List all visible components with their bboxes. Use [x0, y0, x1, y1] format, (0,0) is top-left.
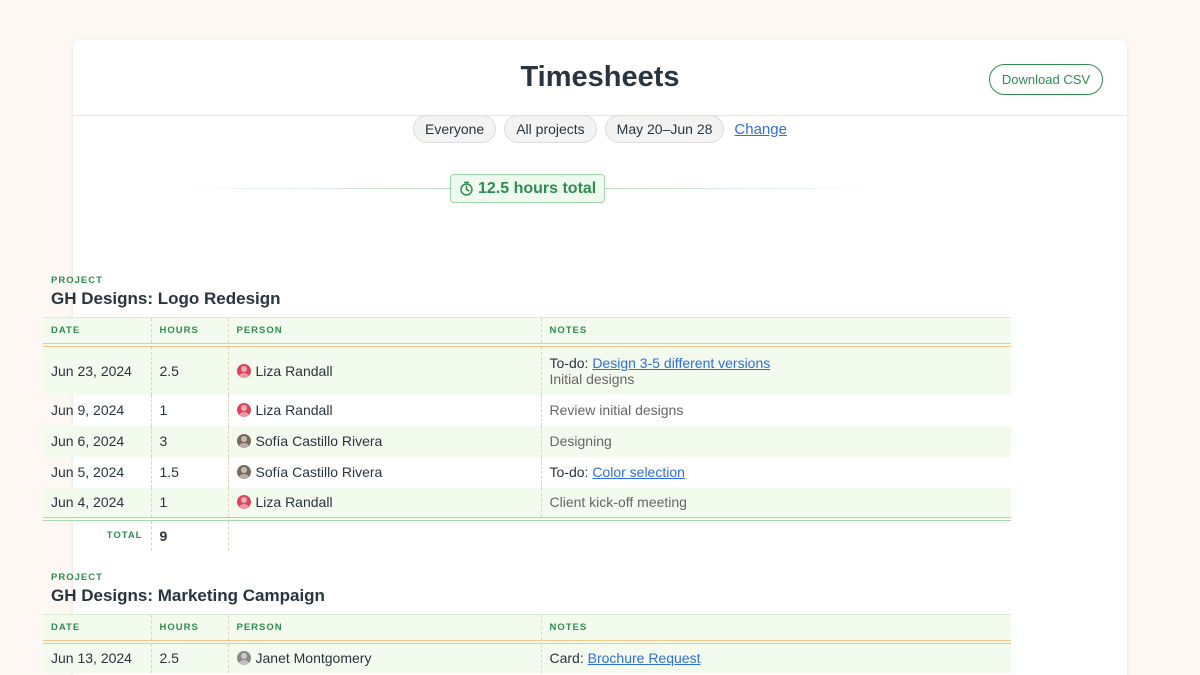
filter-bar: Everyone All projects May 20–Jun 28 Chan… — [0, 115, 1200, 143]
project-section: PROJECT GH Designs: Marketing Campaign D… — [43, 572, 1011, 673]
table-row[interactable]: Jun 13, 2024 2.5 Janet Montgomery Card: … — [43, 641, 1011, 673]
column-header-date[interactable]: DATE — [43, 317, 151, 347]
date-cell: Jun 9, 2024 — [51, 402, 125, 418]
project-title: GH Designs: Marketing Campaign — [51, 586, 325, 605]
people-filter-pill[interactable]: Everyone — [413, 115, 497, 143]
project-section: PROJECT GH Designs: Logo Redesign DATE H… — [43, 275, 1011, 551]
todo-link[interactable]: Design 3-5 different versions — [592, 355, 770, 371]
project-kicker: PROJECT — [51, 572, 103, 583]
projects-filter-pill[interactable]: All projects — [504, 115, 597, 143]
project-kicker: PROJECT — [51, 275, 103, 286]
notes-cell: Card: Brochure Request — [540, 641, 1011, 673]
note-text: Initial designs — [549, 370, 635, 387]
table-row[interactable]: Jun 6, 2024 3 Sofía Castillo Rivera Desi… — [43, 425, 1011, 457]
notes-cell: Review initial designs — [540, 394, 1011, 426]
table-row[interactable]: Jun 4, 2024 1 Liza Randall Client kick-o… — [43, 487, 1011, 519]
table-row[interactable]: Jun 5, 2024 1.5 Sofía Castillo Rivera To… — [43, 456, 1011, 488]
avatar — [236, 495, 251, 509]
total-label: TOTAL — [43, 516, 151, 551]
column-header-notes[interactable]: NOTES — [540, 317, 1011, 347]
hours-cell: 2.5 — [150, 641, 228, 673]
stopwatch-icon — [460, 181, 473, 196]
total-value: 9 — [150, 516, 228, 551]
card-link[interactable]: Brochure Request — [588, 650, 701, 666]
column-header-person[interactable]: PERSON — [227, 614, 541, 644]
person-name: Janet Montgomery — [255, 650, 372, 666]
column-header-date[interactable]: DATE — [43, 614, 151, 644]
date-cell: Jun 6, 2024 — [43, 425, 151, 457]
column-header-notes[interactable]: NOTES — [540, 614, 1011, 644]
notes-cell: To-do: Design 3-5 different versions Ini… — [540, 344, 1011, 395]
empty-cell — [541, 516, 1011, 551]
note-prefix: Card: — [549, 650, 584, 666]
notes-cell: Designing — [540, 425, 1011, 457]
avatar — [236, 363, 251, 378]
project-title: GH Designs: Logo Redesign — [51, 289, 281, 308]
card-header: Timesheets Download CSV — [73, 40, 1127, 116]
note-prefix: To-do: — [549, 464, 589, 480]
note-prefix: To-do: — [549, 354, 589, 371]
notes-cell: Client kick-off meeting — [540, 487, 1011, 519]
change-filters-link[interactable]: Change — [734, 121, 787, 138]
total-hours-text: 12.5 hours total — [478, 179, 597, 197]
column-header-person[interactable]: PERSON — [227, 317, 541, 347]
person-name: Liza Randall — [255, 494, 333, 510]
avatar — [236, 651, 251, 665]
empty-cell — [227, 516, 541, 551]
hours-cell: 1 — [150, 394, 228, 426]
person-name: Liza Randall — [255, 362, 333, 379]
person-name: Liza Randall — [255, 402, 333, 418]
date-cell: Jun 23, 2024 — [43, 344, 151, 395]
total-hours-badge: 12.5 hours total — [450, 174, 606, 203]
person-name: Sofía Castillo Rivera — [255, 433, 383, 449]
table-row[interactable]: Jun 9, 2024 1 Liza Randall Review initia… — [43, 394, 1011, 426]
hours-cell: 2.5 — [150, 344, 228, 395]
total-hours-row: 12.5 hours total — [180, 174, 874, 203]
hours-cell: 1 — [150, 487, 228, 519]
person-cell: Janet Montgomery — [227, 641, 541, 673]
page-title: Timesheets — [520, 61, 680, 93]
timesheet-table: DATE HOURS PERSON NOTES Jun 13, 2024 2.5… — [43, 614, 1011, 673]
download-csv-button[interactable]: Download CSV — [989, 64, 1103, 95]
notes-cell: To-do: Color selection — [540, 456, 1011, 488]
hours-cell: 1.5 — [150, 456, 228, 488]
date-range-pill[interactable]: May 20–Jun 28 — [604, 115, 725, 143]
person-cell: Liza Randall — [227, 344, 541, 395]
person-cell: Liza Randall — [227, 394, 541, 426]
avatar — [236, 403, 251, 417]
date-cell: Jun 13, 2024 — [43, 641, 151, 673]
person-cell: Sofía Castillo Rivera — [227, 456, 541, 488]
column-header-hours[interactable]: HOURS — [150, 317, 228, 347]
date-cell: Jun 4, 2024 — [43, 487, 151, 519]
person-cell: Liza Randall — [227, 487, 541, 519]
hours-cell: 3 — [150, 425, 228, 457]
column-header-hours[interactable]: HOURS — [150, 614, 228, 644]
avatar — [236, 465, 251, 479]
timesheet-table: DATE HOURS PERSON NOTES Jun 23, 2024 2.5… — [43, 317, 1011, 551]
todo-link[interactable]: Color selection — [592, 464, 685, 480]
avatar — [236, 434, 251, 448]
date-cell: Jun 5, 2024 — [51, 464, 125, 480]
person-cell: Sofía Castillo Rivera — [227, 425, 541, 457]
person-name: Sofía Castillo Rivera — [255, 464, 383, 480]
total-row: TOTAL 9 — [43, 516, 1011, 551]
table-row[interactable]: Jun 23, 2024 2.5 Liza Randall To-do: Des… — [43, 344, 1011, 395]
